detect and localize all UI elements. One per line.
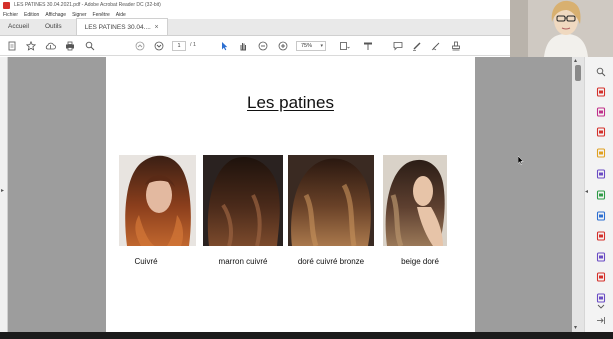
window-title: LES PATINES 30.04.2021.pdf - Adobe Acrob… xyxy=(14,2,161,8)
tool-combine-files-icon[interactable] xyxy=(596,166,606,179)
scroll-down-icon[interactable]: ▾ xyxy=(574,324,577,331)
tab-bar: Accueil Outils LES PATINES 30.04.... × xyxy=(0,18,510,36)
acrobat-icon xyxy=(3,1,10,9)
scrollbar-thumb[interactable] xyxy=(575,65,581,81)
zoom-value: 75% xyxy=(301,43,313,49)
document-viewer[interactable]: ▸ Les patines Cuivré marron cuivré doré … xyxy=(0,57,584,332)
tool-expand-icon[interactable] xyxy=(596,312,606,324)
menu-fichier[interactable]: Fichier xyxy=(3,12,18,18)
menu-fenetre[interactable]: Fenêtre xyxy=(93,12,110,18)
zoom-out-icon[interactable] xyxy=(257,40,269,52)
upload-cloud-icon[interactable] xyxy=(44,40,56,52)
tool-send-signature-icon[interactable] xyxy=(596,269,606,282)
acrobat-window: LES PATINES 30.04.2021.pdf - Adobe Acrob… xyxy=(0,0,613,332)
tool-comment-icon[interactable] xyxy=(596,145,606,158)
close-tab-icon[interactable]: × xyxy=(155,24,159,31)
tool-organize-pages-icon[interactable] xyxy=(596,187,606,200)
fit-page-icon[interactable] xyxy=(338,40,350,52)
tab-outils[interactable]: Outils xyxy=(37,18,70,35)
expand-left-icon: ▸ xyxy=(1,188,5,194)
photo-cuivre xyxy=(119,155,196,246)
print-icon[interactable] xyxy=(64,40,76,52)
caption-beige-dore: beige doré xyxy=(401,257,439,266)
menu-aide[interactable]: Aide xyxy=(116,12,126,18)
tool-export-pdf-icon[interactable] xyxy=(596,84,606,97)
hand-tool-icon[interactable] xyxy=(237,40,249,52)
next-page-icon[interactable] xyxy=(153,40,165,52)
collapse-right-panel-icon[interactable]: ◂ xyxy=(585,188,588,195)
tool-protect-icon[interactable] xyxy=(596,249,606,262)
tool-scan-icon[interactable] xyxy=(596,208,606,221)
tool-create-pdf-icon[interactable] xyxy=(596,104,606,117)
draw-icon[interactable] xyxy=(430,40,442,52)
tab-accueil[interactable]: Accueil xyxy=(0,18,37,35)
search-icon[interactable] xyxy=(84,40,96,52)
caption-marron-cuivre: marron cuivré xyxy=(218,257,268,266)
pdf-page: Les patines Cuivré marron cuivré doré cu… xyxy=(106,57,475,332)
scroll-up-icon[interactable]: ▴ xyxy=(574,57,577,64)
photo-marron-cuivre xyxy=(203,155,283,246)
tool-fill-sign-icon[interactable] xyxy=(596,228,606,241)
previous-page-icon[interactable] xyxy=(134,40,146,52)
menu-edition[interactable]: Edition xyxy=(24,12,39,18)
select-cursor-icon[interactable] xyxy=(218,40,230,52)
photo-dore-cuivre-bronze xyxy=(288,155,374,246)
tab-document[interactable]: LES PATINES 30.04.... × xyxy=(75,18,168,35)
webcam-overlay xyxy=(510,0,613,57)
menu-affichage[interactable]: Affichage xyxy=(45,12,66,18)
comment-icon[interactable] xyxy=(392,40,404,52)
stamp-icon[interactable] xyxy=(450,40,462,52)
page-number-input[interactable]: 1 xyxy=(172,41,186,51)
left-panel-toggle[interactable]: ▸ xyxy=(0,57,8,332)
tool-search-icon[interactable] xyxy=(596,64,606,77)
menu-signer[interactable]: Signer xyxy=(72,12,86,18)
page-total: / 1 xyxy=(190,42,197,48)
photo-beige-dore xyxy=(383,155,447,246)
tab-document-label: LES PATINES 30.04.... xyxy=(84,23,151,31)
zoom-in-icon[interactable] xyxy=(277,40,289,52)
tool-more-icon[interactable] xyxy=(596,298,606,309)
tool-edit-pdf-icon[interactable] xyxy=(596,124,606,137)
highlight-pen-icon[interactable] xyxy=(411,40,423,52)
scroll-mode-icon[interactable] xyxy=(362,40,374,52)
caption-cuivre: Cuivré xyxy=(134,257,158,266)
chevron-down-icon: ▾ xyxy=(320,43,323,49)
mouse-cursor xyxy=(517,152,524,170)
vertical-scrollbar[interactable]: ▴ ▾ xyxy=(572,57,584,332)
document-title: Les patines xyxy=(247,93,334,112)
zoom-select[interactable]: 75% ▾ xyxy=(296,41,326,51)
create-pdf-icon[interactable] xyxy=(6,40,18,52)
caption-dore-cuivre-bronze: doré cuivré bronze xyxy=(297,257,365,266)
star-icon[interactable] xyxy=(25,40,37,52)
